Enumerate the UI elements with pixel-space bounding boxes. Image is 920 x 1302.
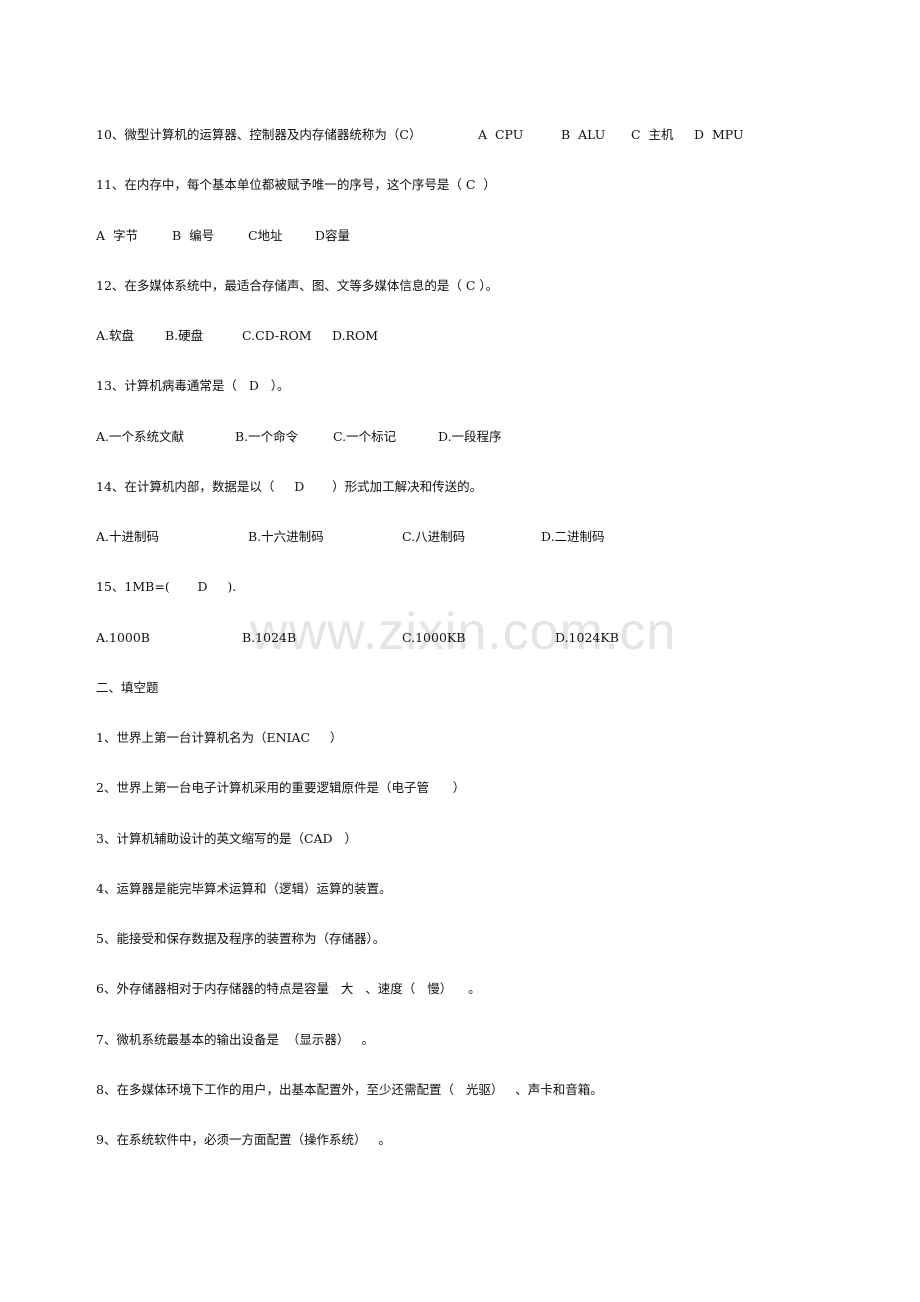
question-stem: 11、在内存中，每个基本单位都被赋予唯一的序号，这个序号是（ C ） xyxy=(96,177,496,192)
option-b: B.一个命令 xyxy=(235,429,299,444)
option-d: D.ROM xyxy=(332,328,379,343)
option-c: C.八进制码 xyxy=(402,529,466,544)
option-c: C.CD-ROM xyxy=(242,328,312,343)
section-title: 二、填空题 xyxy=(96,680,159,695)
fill-item: 9、在系统软件中，必须一方面配置（操作系统） 。 xyxy=(96,1132,391,1147)
option-a: A 字节 xyxy=(96,228,138,243)
fill-item: 1、世界上第一台计算机名为（ENIAC ） xyxy=(96,730,343,745)
option-c: C.1000KB xyxy=(402,630,466,645)
option-a: A.一个系统文献 xyxy=(96,429,185,444)
option-b: B.硬盘 xyxy=(165,328,204,343)
option-a: A.1000B xyxy=(96,630,150,645)
question-stem: 10、微型计算机的运算器、控制器及内存储器统称为（C） xyxy=(96,127,422,142)
fill-item: 2、世界上第一台电子计算机采用的重要逻辑原件是（电子管 ） xyxy=(96,780,466,795)
option-a: A.十进制码 xyxy=(96,529,160,544)
fill-item: 8、在多媒体环境下工作的用户，出基本配置外，至少还需配置（ 光驱） 、声卡和音箱… xyxy=(96,1082,603,1097)
option-d: D.1024KB xyxy=(555,630,619,645)
option-b: B.十六进制码 xyxy=(248,529,324,544)
option-c: C.一个标记 xyxy=(333,429,397,444)
fill-item: 5、能接受和保存数据及程序的装置称为（存储器）。 xyxy=(96,931,386,946)
option-a: A CPU xyxy=(478,127,524,142)
option-d: D.二进制码 xyxy=(541,529,605,544)
option-a: A.软盘 xyxy=(96,328,135,343)
option-d: D.一段程序 xyxy=(438,429,502,444)
question-stem: 12、在多媒体系统中，最适合存储声、图、文等多媒体信息的是（ C ）。 xyxy=(96,278,499,293)
fill-item: 4、运算器是能完毕算术运算和（逻辑）运算的装置。 xyxy=(96,881,392,896)
option-b: B 编号 xyxy=(172,228,215,243)
option-c: C 主机 xyxy=(631,127,674,142)
question-stem: 15、1MB=( D ). xyxy=(96,579,237,594)
option-b: B.1024B xyxy=(242,630,297,645)
fill-item: 6、外存储器相对于内存储器的特点是容量 大 、速度（ 慢） 。 xyxy=(96,981,481,996)
question-stem: 13、计算机病毒通常是（ D ）。 xyxy=(96,378,290,393)
fill-item: 3、计算机辅助设计的英文缩写的是（CAD ） xyxy=(96,831,357,846)
fill-item: 7、微机系统最基本的输出设备是 （显示器） 。 xyxy=(96,1032,374,1047)
option-d: D容量 xyxy=(315,228,351,243)
question-stem: 14、在计算机内部，数据是以（ D ）形式加工解决和传送的。 xyxy=(96,479,483,494)
option-b: B ALU xyxy=(561,127,606,142)
option-d: D MPU xyxy=(694,127,744,142)
option-c: C地址 xyxy=(248,228,283,243)
